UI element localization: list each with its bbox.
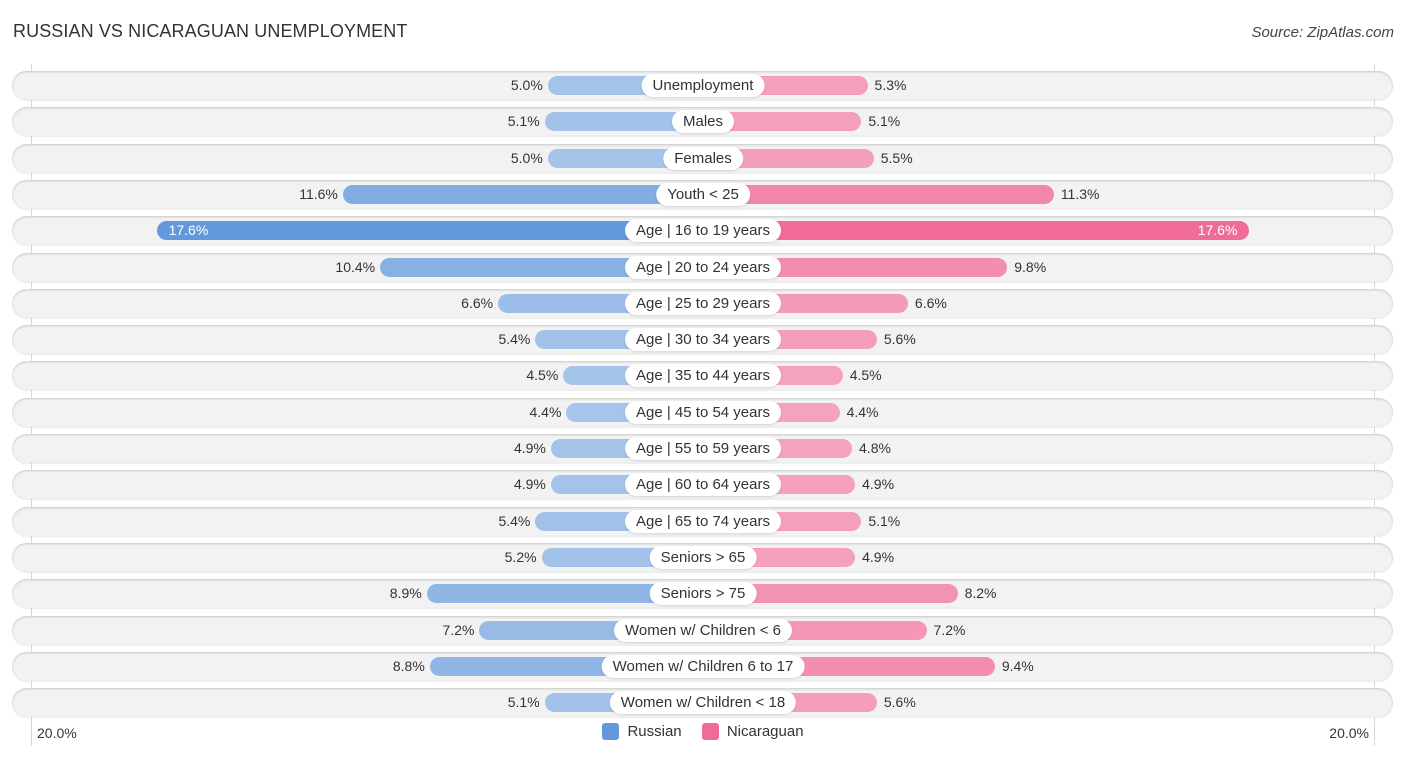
category-label: Seniors > 75	[649, 582, 757, 606]
bar-nicaraguan[interactable]	[703, 221, 1250, 241]
value-label-nicaraguan: 5.5%	[880, 149, 913, 166]
chart-row: 5.2% 4.9% Seniors > 65	[12, 542, 1393, 572]
value-label-russian: 4.5%	[526, 367, 559, 384]
value-label-russian: 8.8%	[392, 657, 425, 674]
value-label-nicaraguan: 5.1%	[868, 512, 901, 529]
chart-row: 5.4% 5.1% Age | 65 to 74 years	[12, 506, 1393, 536]
value-label-nicaraguan: 8.2%	[964, 585, 997, 602]
chart-row: 6.6% 6.6% Age | 25 to 29 years	[12, 288, 1393, 318]
chart-row: 7.2% 7.2% Women w/ Children < 6	[12, 615, 1393, 645]
source-label: Source: ZipAtlas.com	[1251, 24, 1394, 41]
category-label: Age | 25 to 29 years	[625, 291, 781, 315]
value-label-russian: 7.2%	[442, 621, 475, 638]
bar-russian[interactable]	[342, 184, 703, 204]
value-label-nicaraguan: 5.6%	[883, 694, 916, 711]
chart-row: 8.8% 9.4% Women w/ Children 6 to 17	[12, 651, 1393, 681]
chart-row: 11.6% 11.3% Youth < 25	[12, 179, 1393, 209]
value-label-nicaraguan: 17.6%	[1197, 222, 1238, 239]
category-label: Age | 55 to 59 years	[625, 437, 781, 460]
bar-nicaraguan[interactable]	[703, 184, 1054, 204]
category-label: Males	[671, 110, 735, 134]
category-label: Women w/ Children 6 to 17	[601, 654, 805, 678]
category-label: Age | 65 to 74 years	[625, 509, 781, 533]
category-label: Age | 16 to 19 years	[625, 219, 781, 243]
category-label: Age | 30 to 34 years	[625, 328, 781, 352]
chart-row: 5.4% 5.6% Age | 30 to 34 years	[12, 325, 1393, 355]
chart-row: 5.1% 5.6% Women w/ Children < 18	[12, 688, 1393, 718]
value-label-russian: 5.1%	[507, 113, 540, 130]
category-label: Women w/ Children < 18	[609, 691, 797, 715]
category-label: Unemployment	[641, 74, 765, 97]
value-label-russian: 6.6%	[461, 294, 494, 311]
chart-row: 8.9% 8.2% Seniors > 75	[12, 579, 1393, 609]
chart-row: 5.1% 5.1% Males	[12, 107, 1393, 137]
value-label-russian: 5.1%	[507, 694, 540, 711]
value-label-russian: 5.2%	[504, 548, 537, 565]
value-label-russian: 11.6%	[299, 185, 338, 202]
legend-swatch-russian	[602, 723, 620, 740]
value-label-nicaraguan: 9.8%	[1014, 258, 1047, 275]
chart-row: 17.6% 17.6% Age | 16 to 19 years	[12, 216, 1393, 246]
value-label-nicaraguan: 11.3%	[1060, 185, 1100, 202]
chart-row: 10.4% 9.8% Age | 20 to 24 years	[12, 252, 1393, 282]
value-label-nicaraguan: 5.6%	[883, 331, 916, 348]
value-label-nicaraguan: 5.1%	[868, 113, 901, 130]
chart-title: RUSSIAN VS NICARAGUAN UNEMPLOYMENT	[13, 21, 408, 41]
legend-label-russian: Russian	[627, 723, 682, 740]
legend: Russian Nicaraguan	[0, 723, 1406, 744]
legend-label-nicaraguan: Nicaraguan	[726, 723, 804, 740]
legend-swatch-nicaraguan	[701, 723, 719, 740]
category-label: Youth < 25	[656, 182, 750, 206]
legend-item-russian[interactable]: Russian	[602, 723, 682, 740]
bar-russian[interactable]	[156, 221, 703, 241]
chart-row: 4.9% 4.8% Age | 55 to 59 years	[12, 434, 1393, 463]
value-label-russian: 4.4%	[529, 403, 562, 420]
value-label-nicaraguan: 9.4%	[1001, 657, 1034, 674]
category-label: Age | 20 to 24 years	[625, 255, 781, 279]
chart-row: 4.5% 4.5% Age | 35 to 44 years	[12, 361, 1393, 391]
value-label-russian: 4.9%	[513, 476, 546, 493]
category-label: Age | 35 to 44 years	[625, 364, 781, 388]
value-label-nicaraguan: 7.2%	[933, 621, 966, 638]
value-label-nicaraguan: 5.3%	[874, 77, 907, 93]
legend-item-nicaraguan[interactable]: Nicaraguan	[701, 723, 804, 740]
value-label-russian: 10.4%	[335, 258, 376, 275]
value-label-nicaraguan: 6.6%	[914, 294, 947, 311]
category-label: Age | 45 to 54 years	[625, 400, 781, 424]
value-label-russian: 5.0%	[510, 77, 543, 93]
value-label-russian: 5.4%	[498, 512, 531, 529]
value-label-russian: 4.9%	[513, 440, 546, 456]
value-label-nicaraguan: 4.9%	[862, 476, 895, 493]
value-label-nicaraguan: 4.4%	[846, 403, 879, 420]
value-label-russian: 5.4%	[498, 331, 531, 348]
chart-row: 4.9% 4.9% Age | 60 to 64 years	[12, 470, 1393, 500]
category-label: Seniors > 65	[649, 545, 757, 569]
value-label-nicaraguan: 4.8%	[859, 440, 891, 456]
category-label: Age | 60 to 64 years	[625, 473, 781, 497]
chart-row: 5.0% 5.5% Females	[12, 143, 1393, 173]
chart-row: 5.0% 5.3% Unemployment	[12, 71, 1393, 100]
value-label-russian: 8.9%	[389, 585, 422, 602]
value-label-russian: 17.6%	[168, 222, 209, 239]
value-label-nicaraguan: 4.9%	[862, 548, 895, 565]
value-label-nicaraguan: 4.5%	[849, 367, 882, 384]
category-label: Females	[663, 146, 743, 170]
value-label-russian: 5.0%	[510, 149, 543, 166]
chart-row: 4.4% 4.4% Age | 45 to 54 years	[12, 397, 1393, 427]
category-label: Women w/ Children < 6	[613, 618, 793, 642]
